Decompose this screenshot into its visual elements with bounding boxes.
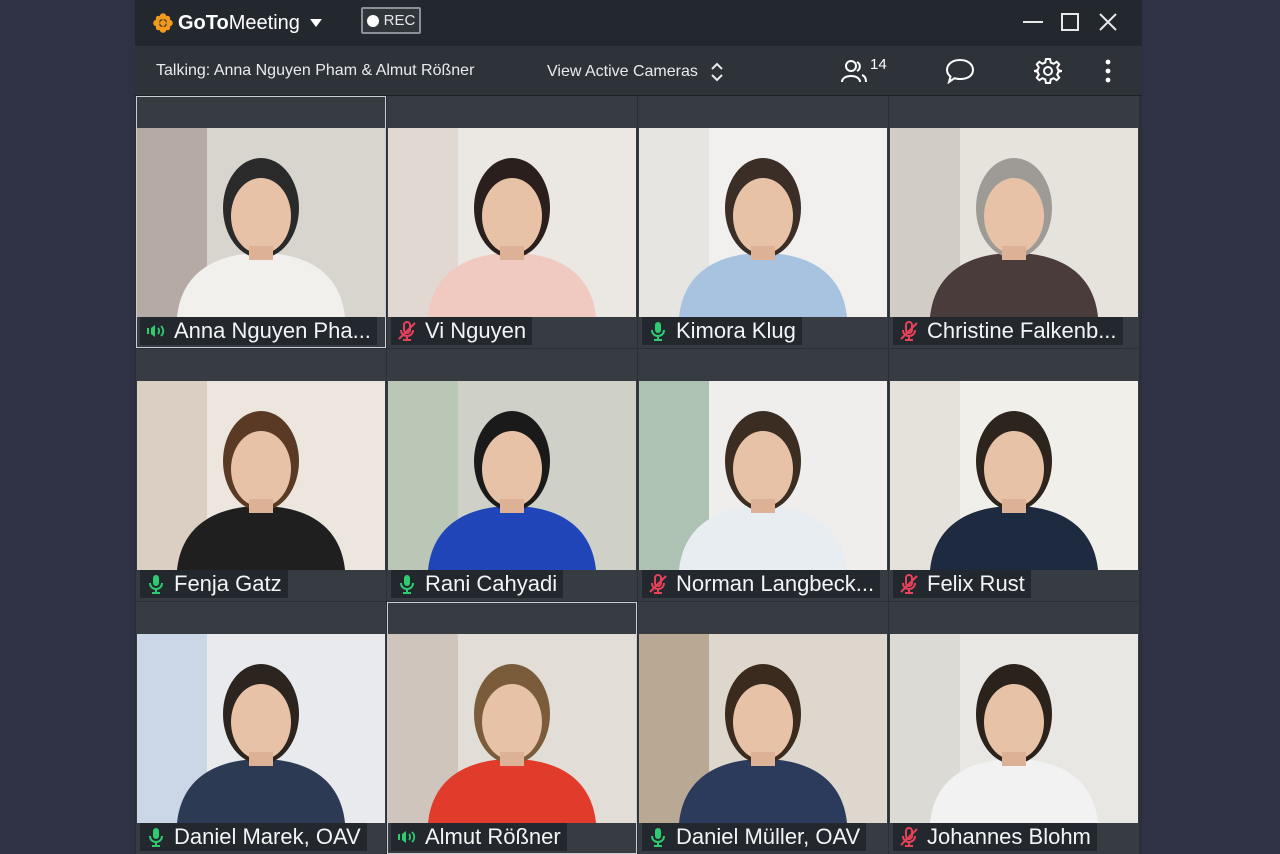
view-cameras-label: View Active Cameras	[547, 63, 698, 80]
maximize-icon[interactable]	[1058, 10, 1082, 34]
participant-tile[interactable]: Anna Nguyen Pha...	[136, 96, 386, 348]
logo-text: Meeting	[228, 11, 300, 34]
record-dot-icon	[366, 14, 379, 27]
participant-name-tag: Felix Rust	[893, 570, 1031, 598]
participant-name-tag: Daniel Müller, OAV	[642, 823, 867, 851]
record-label: REC	[383, 12, 416, 29]
participant-name: Christine Falkenb...	[927, 318, 1117, 343]
participant-name: Felix Rust	[927, 571, 1025, 596]
speaker-active-icon	[147, 325, 165, 337]
participant-name: Daniel Müller, OAV	[676, 824, 861, 849]
participant-name-tag: Rani Cahyadi	[391, 570, 564, 598]
mic-icon	[400, 575, 414, 594]
close-icon[interactable]	[1096, 10, 1120, 34]
participant-name: Fenja Gatz	[174, 571, 282, 596]
mic-muted-icon	[649, 574, 667, 594]
participant-video	[890, 128, 1138, 317]
participant-video	[388, 381, 636, 570]
speaker-active-icon	[398, 831, 416, 843]
participant-tile[interactable]: Almut Rößner	[387, 602, 637, 854]
gotomeeting-logo-icon	[153, 13, 173, 33]
people-icon	[841, 60, 867, 83]
mic-muted-icon	[900, 321, 918, 341]
participant-tile[interactable]: Daniel Marek, OAV	[136, 602, 386, 854]
participant-video	[639, 128, 887, 317]
chevron-updown-icon	[711, 62, 723, 82]
participant-tile[interactable]: Johannes Blohm	[889, 602, 1139, 854]
participant-tile[interactable]: Norman Langbeck...	[638, 349, 888, 601]
participant-tile[interactable]: Kimora Klug	[638, 96, 888, 348]
mic-muted-icon	[900, 827, 918, 847]
participant-video	[137, 381, 385, 570]
participant-tile[interactable]: Fenja Gatz	[136, 349, 386, 601]
participant-name: Almut Rößner	[425, 824, 561, 849]
participant-name-tag: Anna Nguyen Pha...	[140, 317, 377, 345]
participant-name-tag: Norman Langbeck...	[642, 570, 880, 598]
participant-name: Norman Langbeck...	[676, 571, 874, 596]
participant-name-tag: Johannes Blohm	[893, 823, 1097, 851]
title-bar: GoTo Meeting REC	[135, 0, 1142, 46]
participant-name-tag: Daniel Marek, OAV	[140, 823, 367, 851]
gear-icon[interactable]	[1034, 57, 1062, 85]
participant-count: 14	[870, 55, 887, 73]
participant-name-tag: Almut Rößner	[391, 823, 567, 851]
participant-video	[388, 634, 636, 823]
participant-name: Rani Cahyadi	[425, 571, 558, 596]
meeting-toolbar: Talking: Anna Nguyen Pham & Almut Rößner…	[135, 46, 1142, 96]
mic-icon	[149, 575, 163, 594]
participant-video	[639, 634, 887, 823]
app-menu[interactable]: GoTo Meeting	[152, 10, 323, 36]
participant-name: Johannes Blohm	[927, 824, 1091, 849]
participant-video	[137, 634, 385, 823]
participant-video	[890, 634, 1138, 823]
logo-text-bold: GoTo	[178, 11, 229, 34]
record-button[interactable]: REC	[361, 7, 421, 34]
participant-tile[interactable]: Felix Rust	[889, 349, 1139, 601]
chevron-down-icon	[309, 19, 322, 27]
participant-video	[388, 128, 636, 317]
mic-icon	[149, 828, 163, 847]
participant-name-tag: Christine Falkenb...	[893, 317, 1123, 345]
participant-name: Anna Nguyen Pha...	[174, 318, 371, 343]
view-cameras-dropdown[interactable]: View Active Cameras	[547, 60, 724, 84]
participant-name-tag: Kimora Klug	[642, 317, 802, 345]
mic-muted-icon	[900, 574, 918, 594]
participant-tile[interactable]: Vi Nguyen	[387, 96, 637, 348]
participant-video	[890, 381, 1138, 570]
more-options-icon[interactable]	[1103, 58, 1113, 84]
participant-tile[interactable]: Rani Cahyadi	[387, 349, 637, 601]
participant-video	[137, 128, 385, 317]
participant-video	[639, 381, 887, 570]
participant-name: Vi Nguyen	[425, 318, 527, 343]
mic-icon	[651, 322, 665, 341]
talking-indicator: Talking: Anna Nguyen Pham & Almut Rößner	[156, 62, 475, 79]
mic-icon	[651, 828, 665, 847]
minimize-icon[interactable]	[1021, 10, 1045, 34]
video-grid: Anna Nguyen Pha... Vi Nguyen Kimora Klug Ch…	[136, 96, 1141, 854]
participant-name: Daniel Marek, OAV	[174, 824, 361, 849]
chat-icon[interactable]	[945, 58, 975, 84]
participant-tile[interactable]: Daniel Müller, OAV	[638, 602, 888, 854]
participant-tile[interactable]: Christine Falkenb...	[889, 96, 1139, 348]
goto-meeting-window: GoTo Meeting REC Talking: Anna Nguyen Pha…	[135, 0, 1142, 854]
participants-button[interactable]: 14	[840, 55, 887, 84]
participant-name-tag: Fenja Gatz	[140, 570, 288, 598]
participant-name-tag: Vi Nguyen	[391, 317, 533, 345]
mic-muted-icon	[398, 321, 416, 341]
participant-name: Kimora Klug	[676, 318, 796, 343]
